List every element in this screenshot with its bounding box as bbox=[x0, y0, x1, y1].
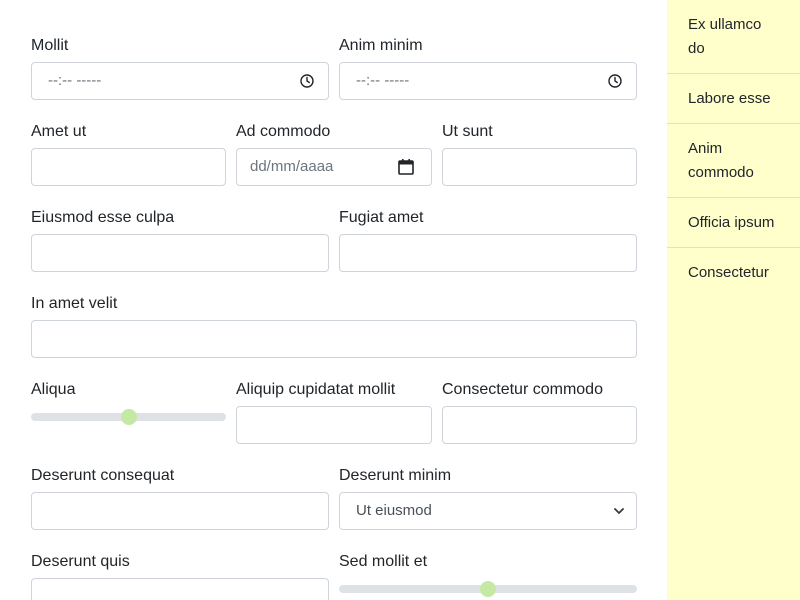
deserunt-quis-input[interactable] bbox=[31, 578, 329, 600]
chevron-down-icon bbox=[613, 505, 625, 517]
amet-ut-label: Amet ut bbox=[31, 123, 87, 140]
ut-sunt-input[interactable] bbox=[442, 148, 637, 186]
aliquip-label: Aliquip cupidatat mollit bbox=[236, 381, 396, 398]
aliqua-slider[interactable] bbox=[31, 409, 226, 425]
eiusmod-input[interactable] bbox=[31, 234, 329, 272]
sed-mollit-label: Sed mollit et bbox=[339, 553, 428, 570]
consectetur-commodo-input[interactable] bbox=[442, 406, 637, 444]
eiusmod-label: Eiusmod esse culpa bbox=[31, 209, 175, 226]
deserunt-minim-selected: Ut eiusmod bbox=[356, 502, 432, 519]
aliqua-slider-thumb[interactable] bbox=[120, 409, 137, 425]
deserunt-minim-label: Deserunt minim bbox=[339, 467, 452, 484]
deserunt-consequat-input[interactable] bbox=[31, 492, 329, 530]
ut-sunt-label: Ut sunt bbox=[442, 123, 493, 140]
fugiat-label: Fugiat amet bbox=[339, 209, 424, 226]
fugiat-input[interactable] bbox=[339, 234, 637, 272]
ad-commodo-label: Ad commodo bbox=[236, 123, 331, 140]
in-amet-label: In amet velit bbox=[31, 295, 118, 312]
deserunt-consequat-label: Deserunt consequat bbox=[31, 467, 175, 484]
mollit-time-input[interactable]: --:-- ----- bbox=[31, 62, 329, 100]
ad-commodo-date-input[interactable]: dd/mm/aaaa bbox=[236, 148, 432, 186]
mollit-label: Mollit bbox=[31, 37, 69, 54]
in-amet-input[interactable] bbox=[31, 320, 637, 358]
aliqua-label: Aliqua bbox=[31, 381, 76, 398]
deserunt-minim-select[interactable]: Ut eiusmod bbox=[339, 492, 637, 530]
sed-mollit-slider-thumb[interactable] bbox=[480, 581, 496, 597]
sed-mollit-slider[interactable] bbox=[339, 581, 637, 597]
sidebar-item-officia-ipsum[interactable]: Officia ipsum bbox=[667, 198, 800, 248]
anim-minim-value: --:-- ----- bbox=[356, 72, 410, 89]
calendar-icon[interactable] bbox=[397, 158, 415, 176]
mollit-value: --:-- ----- bbox=[48, 72, 102, 89]
sidebar: Ex ullamco do Labore esse Anim commodo O… bbox=[667, 0, 800, 600]
consectetur-commodo-label: Consectetur commodo bbox=[442, 381, 603, 398]
clock-icon[interactable] bbox=[300, 74, 314, 88]
anim-minim-label: Anim minim bbox=[339, 37, 423, 54]
aliquip-input[interactable] bbox=[236, 406, 432, 444]
sidebar-item-labore-esse[interactable]: Labore esse bbox=[667, 74, 800, 124]
sidebar-item-anim-commodo[interactable]: Anim commodo bbox=[667, 124, 800, 198]
amet-ut-input[interactable] bbox=[31, 148, 226, 186]
ad-commodo-value: dd/mm/aaaa bbox=[250, 158, 334, 175]
deserunt-quis-label: Deserunt quis bbox=[31, 553, 130, 570]
clock-icon[interactable] bbox=[608, 74, 622, 88]
sidebar-item-consectetur[interactable]: Consectetur bbox=[667, 248, 800, 297]
anim-minim-time-input[interactable]: --:-- ----- bbox=[339, 62, 637, 100]
sidebar-item-ex-ullamco[interactable]: Ex ullamco do bbox=[667, 0, 800, 74]
